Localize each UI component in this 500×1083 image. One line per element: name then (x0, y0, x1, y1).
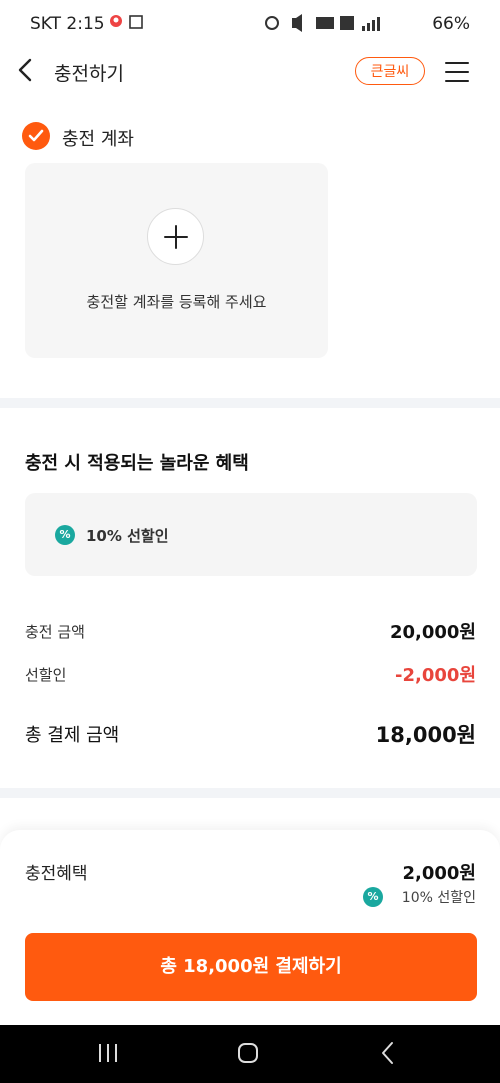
signal-icon (265, 14, 380, 32)
system-icons (264, 14, 414, 36)
maps-icon (110, 15, 143, 29)
battery-level: 66% (432, 14, 470, 34)
menu-icon[interactable] (445, 62, 469, 82)
add-account-button[interactable] (147, 208, 204, 265)
account-section-label: 충전 계좌 (62, 129, 134, 150)
big-text-button[interactable]: 큰글씨 (355, 57, 425, 85)
sheet-benefit-sub: 10% 선할인 (401, 890, 476, 906)
status-time: SKT 2:15 (30, 14, 105, 34)
total-value: 18,000원 (375, 723, 476, 747)
system-nav-bar (0, 1025, 500, 1083)
nav-back-icon[interactable] (380, 1041, 400, 1065)
benefit-item: 10% 선할인 (86, 527, 169, 545)
sheet-benefit-value: 2,000원 (402, 863, 477, 884)
plus-icon (164, 225, 188, 249)
total-label: 총 결제 금액 (25, 725, 120, 746)
notification-icons (108, 13, 148, 35)
chevron-left-icon (18, 58, 32, 82)
home-icon[interactable] (238, 1043, 258, 1063)
section-divider (0, 788, 500, 798)
status-bar: SKT 2:15 66% (0, 0, 500, 48)
discount-label: 선할인 (25, 666, 67, 684)
charge-amount-label: 충전 금액 (25, 623, 85, 641)
page-title: 충전하기 (54, 63, 124, 85)
pay-button[interactable]: 총 18,000원 결제하기 (25, 933, 477, 1001)
percent-icon: % (363, 887, 383, 907)
back-button[interactable] (16, 56, 40, 86)
section-divider (0, 398, 500, 408)
percent-icon: % (55, 525, 75, 545)
account-check-icon[interactable] (22, 122, 50, 150)
add-account-text: 충전할 계좌를 등록해 주세요 (86, 293, 267, 311)
sheet-benefit-label: 충전혜택 (25, 864, 88, 884)
add-account-card[interactable]: 충전할 계좌를 등록해 주세요 (25, 163, 328, 358)
recent-apps-icon[interactable] (99, 1044, 119, 1062)
benefits-title: 충전 시 적용되는 놀라운 혜택 (25, 453, 249, 474)
app-header: 충전하기 큰글씨 (0, 48, 500, 98)
payment-sheet: 충전혜택 2,000원 % 10% 선할인 총 18,000원 결제하기 (0, 830, 500, 1025)
benefit-box: % 10% 선할인 (25, 493, 477, 576)
discount-value: -2,000원 (395, 665, 476, 686)
charge-amount-value: 20,000원 (389, 622, 476, 643)
